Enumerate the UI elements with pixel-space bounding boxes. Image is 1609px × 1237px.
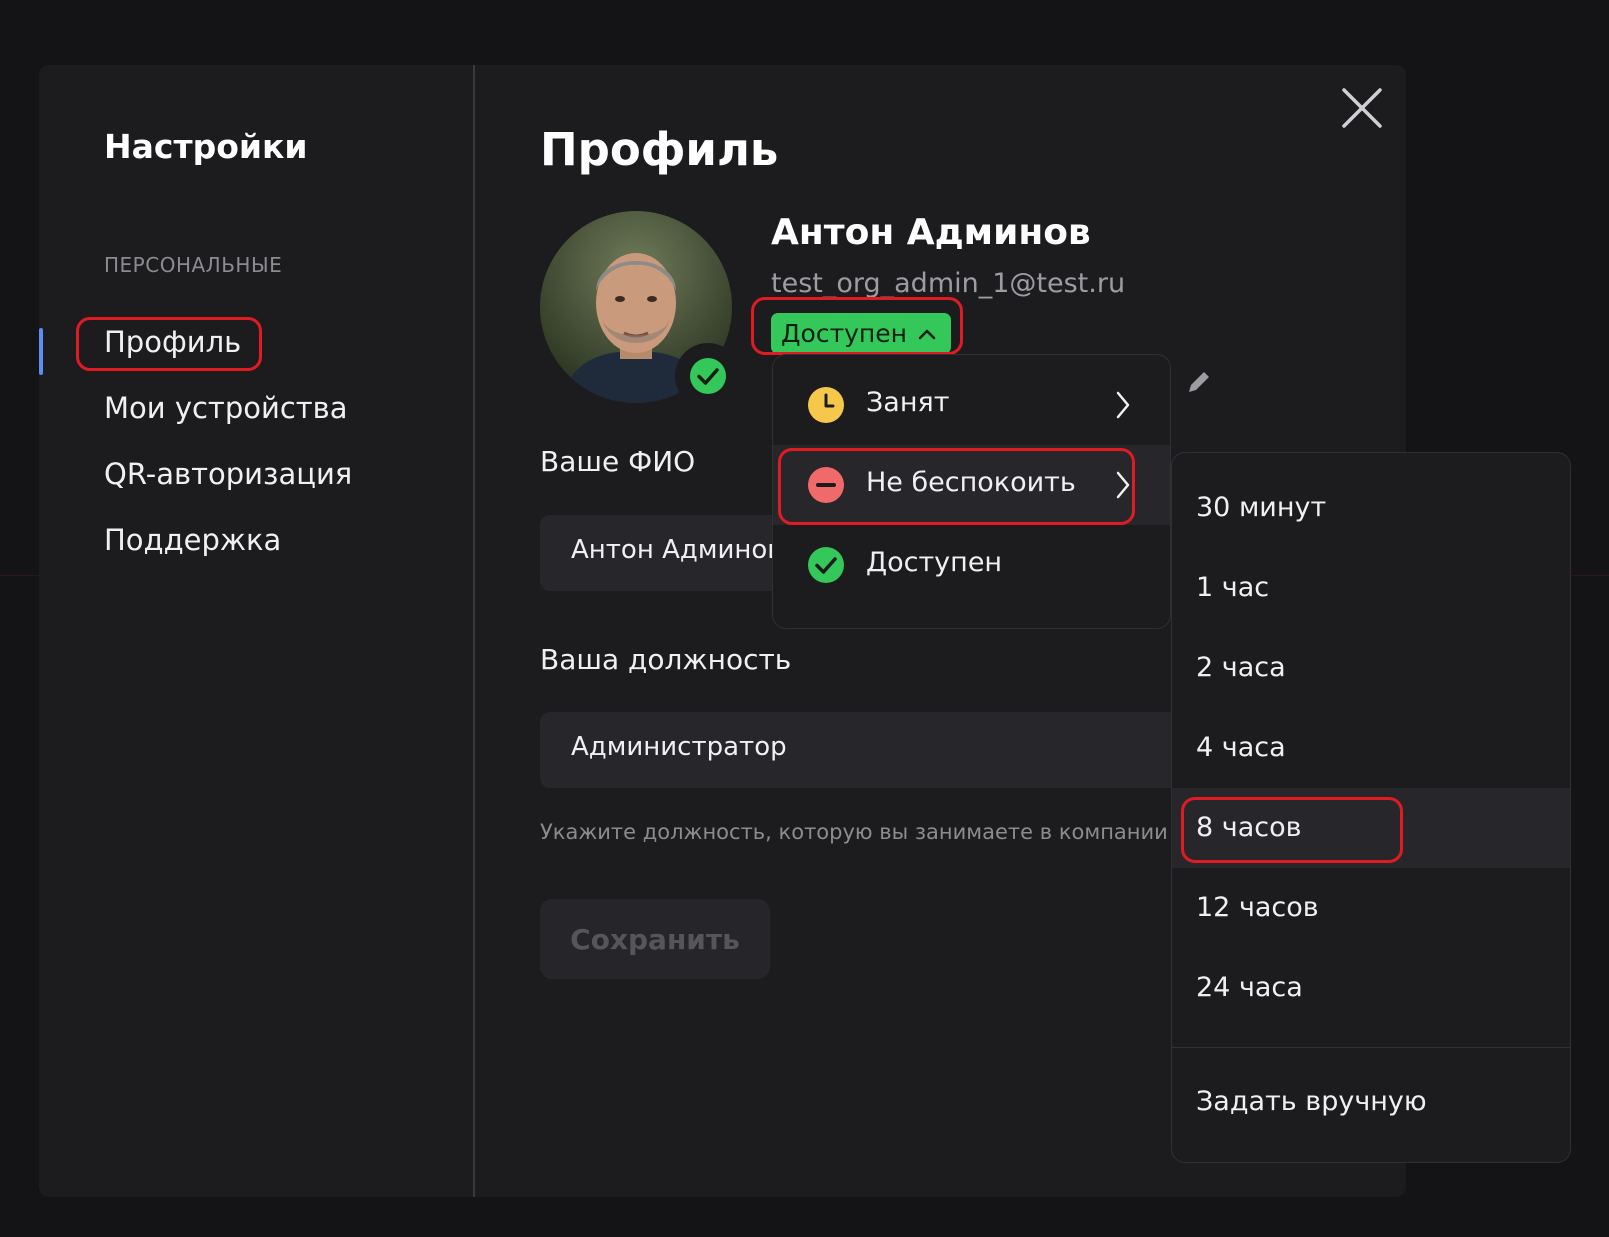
duration-30-min[interactable]: 30 минут <box>1172 468 1570 548</box>
duration-label: 4 часа <box>1196 732 1286 763</box>
page-title: Профиль <box>540 123 779 176</box>
duration-8-hours[interactable]: 8 часов <box>1172 788 1570 868</box>
clock-icon <box>808 387 844 423</box>
status-item-label: Занят <box>866 387 950 418</box>
duration-label: 1 час <box>1196 572 1270 603</box>
sidebar-item-profile[interactable]: Профиль <box>104 325 241 359</box>
fio-value: Антон Админов <box>571 535 783 565</box>
active-indicator <box>39 328 43 375</box>
minus-circle-icon <box>808 467 844 503</box>
chevron-right-icon <box>1116 471 1130 499</box>
check-circle-icon <box>808 547 844 583</box>
duration-label: 30 минут <box>1196 492 1327 523</box>
dnd-duration-menu: 30 минут 1 час 2 часа 4 часа 8 часов 12 … <box>1171 452 1571 1163</box>
user-email: test_org_admin_1@test.ru <box>771 268 1126 299</box>
avatar-status-badge <box>675 343 741 409</box>
status-item-available[interactable]: Доступен <box>773 525 1170 605</box>
status-item-label: Доступен <box>866 547 1003 578</box>
section-label-personal: ПЕРСОНАЛЬНЫЕ <box>104 253 283 277</box>
status-dropdown-button[interactable]: Доступен <box>771 313 952 354</box>
fio-label: Ваше ФИО <box>540 445 696 478</box>
sidebar-item-support[interactable]: Поддержка <box>104 523 281 557</box>
edit-name-button[interactable] <box>1185 368 1213 400</box>
chevron-up-icon <box>918 329 936 339</box>
duration-1-hour[interactable]: 1 час <box>1172 548 1570 628</box>
save-button[interactable]: Сохранить <box>540 899 770 979</box>
duration-label: 2 часа <box>1196 652 1286 683</box>
status-menu: Занят Не беспокоить Доступен <box>772 354 1171 629</box>
settings-sidebar: Настройки ПЕРСОНАЛЬНЫЕ Профиль Мои устро… <box>39 65 475 1197</box>
check-circle-icon <box>690 358 726 394</box>
duration-label: 8 часов <box>1196 812 1302 843</box>
menu-divider <box>1172 1047 1570 1048</box>
duration-label: 12 часов <box>1196 892 1319 923</box>
sidebar-item-qr-auth[interactable]: QR-авторизация <box>104 457 352 491</box>
status-item-label: Не беспокоить <box>866 467 1076 498</box>
duration-label: 24 часа <box>1196 972 1303 1003</box>
position-value: Администратор <box>571 732 787 762</box>
pencil-icon <box>1189 372 1209 392</box>
duration-12-hours[interactable]: 12 часов <box>1172 868 1570 948</box>
duration-2-hours[interactable]: 2 часа <box>1172 628 1570 708</box>
duration-24-hours[interactable]: 24 часа <box>1172 948 1570 1028</box>
close-icon <box>1342 88 1382 128</box>
position-input[interactable]: Администратор <box>540 712 1180 788</box>
position-label: Ваша должность <box>540 643 792 676</box>
user-name: Антон Админов <box>771 212 1091 253</box>
duration-custom[interactable]: Задать вручную <box>1172 1062 1570 1142</box>
duration-label: Задать вручную <box>1196 1086 1427 1117</box>
status-item-dnd[interactable]: Не беспокоить <box>773 445 1170 525</box>
sidebar-item-devices[interactable]: Мои устройства <box>104 391 348 425</box>
close-button[interactable] <box>1339 85 1385 131</box>
chevron-right-icon <box>1116 391 1130 419</box>
duration-4-hours[interactable]: 4 часа <box>1172 708 1570 788</box>
status-label: Доступен <box>781 319 908 348</box>
status-item-busy[interactable]: Занят <box>773 365 1170 445</box>
position-hint: Укажите должность, которую вы занимаете … <box>540 820 1168 844</box>
sidebar-title: Настройки <box>104 127 308 166</box>
